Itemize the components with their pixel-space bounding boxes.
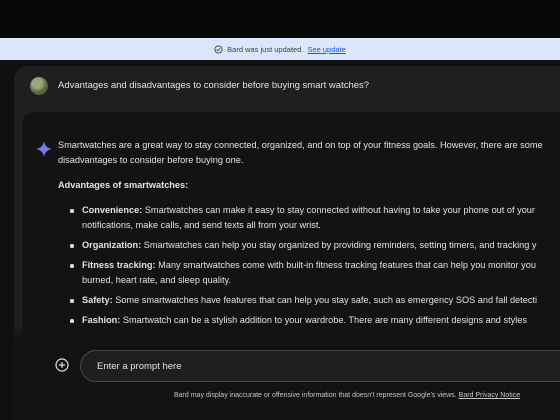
- advantages-heading: Advantages of smartwatches:: [58, 180, 189, 190]
- check-circle-icon: [214, 44, 223, 54]
- item-term: Safety:: [82, 295, 113, 305]
- item-text: Smartwatches can make it easy to stay co…: [142, 205, 535, 215]
- user-prompt-text: Advantages and disadvantages to consider…: [58, 80, 370, 91]
- item-text: Smartwatches can help you stay organized…: [141, 240, 537, 250]
- see-update-link[interactable]: See update: [307, 45, 345, 54]
- prompt-input[interactable]: [80, 350, 560, 382]
- browser-top-bar: [0, 0, 560, 38]
- list-item-convenience: Convenience: Smartwatches can make it ea…: [70, 203, 560, 233]
- response-intro-line-1: Smartwatches are a great way to stay con…: [58, 140, 543, 150]
- list-item-safety: Safety: Some smartwatches have features …: [70, 293, 560, 308]
- prompt-input-area: Bard may display inaccurate or offensive…: [14, 324, 560, 420]
- item-term: Organization:: [82, 240, 142, 250]
- footer-disclaimer: Bard may display inaccurate or offensive…: [174, 392, 520, 399]
- add-circle-icon[interactable]: [55, 358, 69, 372]
- disclaimer-text: Bard may display inaccurate or offensive…: [174, 392, 457, 399]
- response-intro-line-2: disadvantages to consider before buying …: [58, 155, 244, 165]
- item-text-continued: burned, heart rate, and sleep quality.: [82, 275, 231, 285]
- item-text-continued: notifications, make calls, and send text…: [82, 220, 321, 230]
- item-text: Some smartwatches have features that can…: [112, 295, 538, 305]
- item-term: Fitness tracking:: [82, 260, 156, 270]
- user-prompt-row: Advantages and disadvantages to consider…: [14, 66, 560, 108]
- privacy-notice-link[interactable]: Bard Privacy Notice: [459, 392, 520, 399]
- user-avatar: [30, 77, 48, 95]
- update-notice-banner: Bard was just updated. See update: [0, 38, 560, 60]
- item-term: Convenience:: [82, 205, 143, 215]
- advantages-list: Convenience: Smartwatches can make it ea…: [58, 203, 560, 328]
- list-item-organization: Organization: Smartwatches can help you …: [70, 238, 560, 253]
- response-body: Smartwatches are a great way to stay con…: [58, 138, 560, 333]
- scroll-fade: [14, 324, 560, 340]
- update-notice-text: Bard was just updated.: [227, 44, 304, 54]
- bard-sparkle-icon: [36, 141, 52, 162]
- item-text: Many smartwatches come with built-in fit…: [155, 260, 536, 270]
- list-item-fitness-tracking: Fitness tracking: Many smartwatches come…: [70, 258, 560, 288]
